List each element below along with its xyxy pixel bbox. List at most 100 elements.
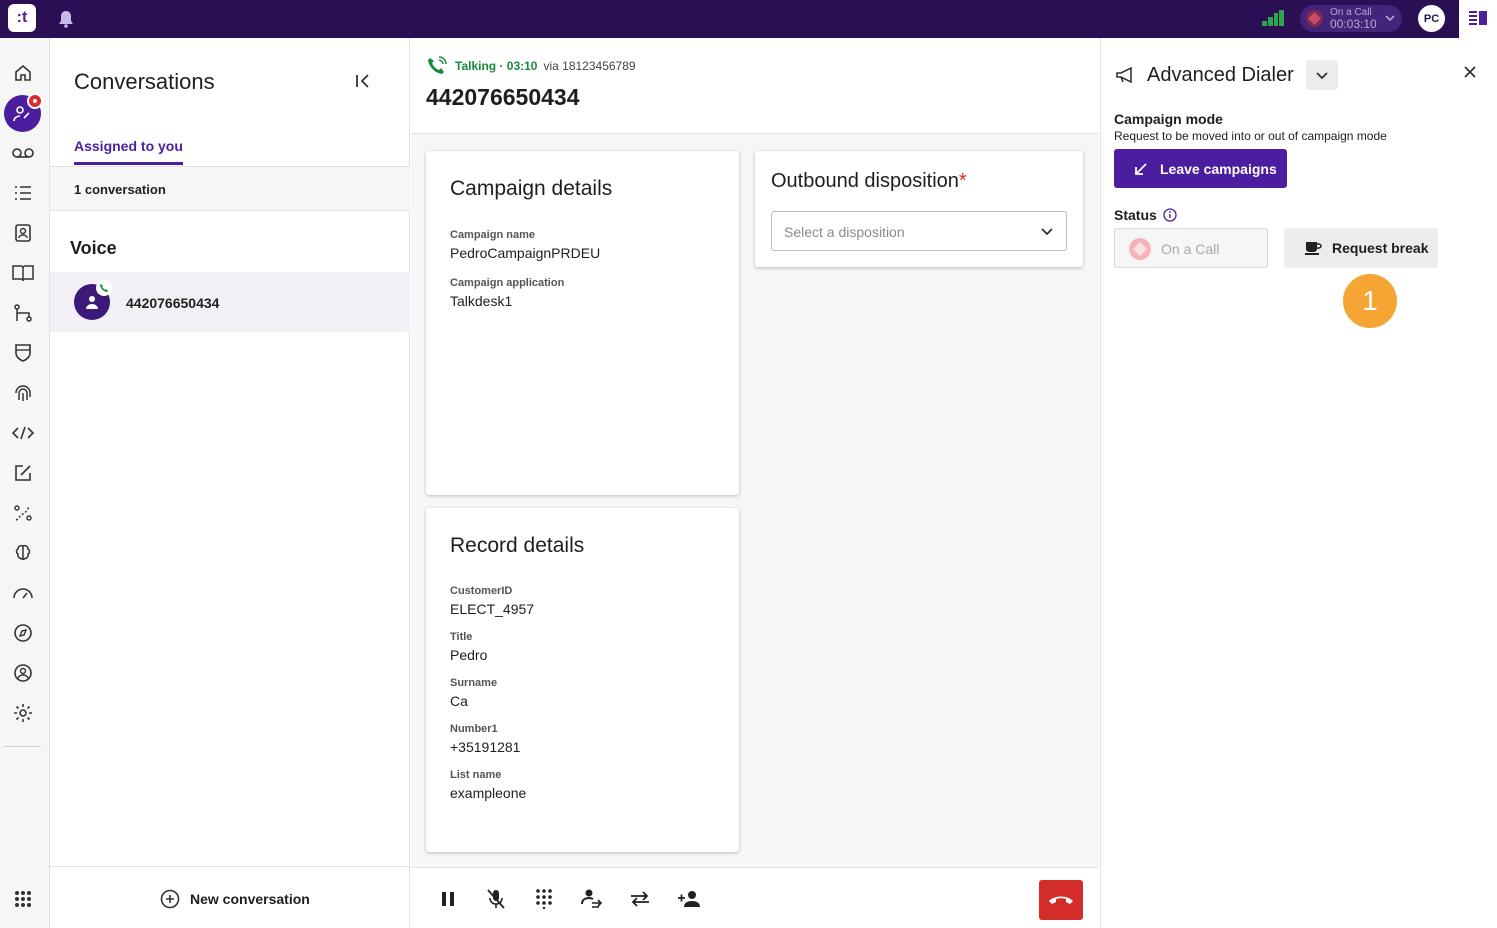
speed-icon[interactable] [11,581,35,605]
transfer-icon[interactable] [627,886,653,912]
outbound-disposition-card: Outbound disposition* Select a dispositi… [755,151,1083,267]
new-conversation-button[interactable]: New conversation [160,889,310,909]
advanced-dialer-panel: Advanced Dialer Campaign mode Request to… [1100,38,1459,928]
keypad-icon[interactable] [531,886,557,912]
apps-grid-icon[interactable] [11,887,35,911]
tab-assigned-to-you[interactable]: Assigned to you [74,138,183,165]
conversation-count: 1 conversation [74,182,166,197]
field-value: Talkdesk1 [450,293,513,309]
leave-campaigns-button[interactable]: Leave campaigns [1114,149,1287,188]
call-controls-toolbar [411,867,1099,928]
agent-status-selector[interactable]: On a Call 00:03:10 [1300,5,1402,32]
voicemail-icon[interactable] [11,141,35,165]
step-marker-badge: 1 [1343,274,1397,328]
analytics-icon[interactable] [11,501,35,525]
phone-active-icon [96,280,112,296]
user-circle-icon[interactable] [11,661,35,685]
disposition-title: Outbound disposition* [771,170,967,193]
compass-icon[interactable] [11,621,35,645]
call-status-row: Talking · 03:10 via 18123456789 [427,56,636,76]
status-title-text: Status [1114,207,1157,223]
field-value: exampleone [450,785,527,801]
status-title: Status [1114,207,1177,223]
field-label: Surname [450,677,498,689]
campaign-mode-title: Campaign mode [1114,111,1223,127]
call-workspace: Talking · 03:10 via 18123456789 44207665… [411,38,1099,928]
rail-divider [4,746,41,747]
settings-icon[interactable] [11,701,35,725]
field-value: +35191281 [450,739,521,755]
consult-icon[interactable] [579,886,605,912]
conversation-list-item[interactable]: 442076650434 [50,272,410,332]
left-nav-rail [0,38,50,928]
field-value: Pedro [450,647,488,663]
request-break-label: Request break [1332,240,1429,256]
hangup-button[interactable] [1039,880,1083,920]
call-number: 442076650434 [426,84,580,110]
edit-icon[interactable] [11,461,35,485]
megaphone-icon [1116,66,1132,84]
call-header: Talking · 03:10 via 18123456789 44207665… [411,38,1099,134]
record-details-card: Record details CustomerID ELECT_4957 Tit… [426,508,739,852]
mute-icon[interactable] [483,886,509,912]
campaign-mode-subtitle: Request to be moved into or out of campa… [1114,129,1387,143]
talkdesk-logo[interactable]: :t [8,4,36,32]
right-strip [1459,0,1497,928]
campaign-details-card: Campaign details Campaign name PedroCamp… [426,151,739,495]
field-value: ELECT_4957 [450,601,535,617]
hangup-icon [1049,896,1073,904]
knowledge-icon[interactable] [11,261,35,285]
request-break-button[interactable]: Request break [1284,228,1438,268]
field-label: Number1 [450,723,498,735]
contacts-icon[interactable] [11,221,35,245]
campaign-details-title: Campaign details [450,177,613,200]
new-conversation-bar: New conversation [50,866,410,928]
code-icon[interactable] [11,421,35,445]
conversations-title: Conversations [74,69,215,94]
contact-avatar [74,280,112,320]
chevron-down-icon [1316,72,1328,80]
info-icon[interactable] [1163,208,1177,222]
conversation-number: 442076650434 [126,295,220,311]
plus-circle-icon [160,889,180,909]
new-conversation-label: New conversation [190,891,310,907]
bell-icon[interactable] [58,10,74,33]
notification-badge [27,93,43,109]
disposition-select[interactable]: Select a disposition [771,211,1067,251]
disposition-placeholder: Select a disposition [784,224,905,240]
coffee-icon [1305,242,1322,255]
field-label: Campaign application [450,277,565,289]
flows-icon[interactable] [11,301,35,325]
on-a-call-status-button: On a Call [1114,228,1268,268]
record-details-title: Record details [450,534,585,557]
list-icon[interactable] [11,181,35,205]
field-value: Ca [450,693,468,709]
field-label: Campaign name [450,229,535,241]
phone-in-call-icon [428,56,447,74]
panel-toggle-icon[interactable] [1469,10,1487,31]
on-call-status-icon [1306,10,1323,27]
voice-section-heading: Voice [70,238,117,258]
conversation-count-bar: 1 conversation [50,166,410,211]
user-avatar[interactable]: PC [1418,5,1445,32]
chevron-down-icon [1384,11,1396,29]
arrow-down-left-icon [1135,162,1147,175]
add-participant-icon[interactable] [675,886,705,912]
dialer-dropdown-button[interactable] [1305,60,1338,90]
close-icon[interactable] [1463,65,1477,84]
conversations-panel: Conversations Assigned to you 1 conversa… [50,38,410,928]
brain-icon[interactable] [11,541,35,565]
required-mark: * [958,170,967,192]
field-label: List name [450,769,502,781]
field-value: PedroCampaignPRDEU [450,245,601,261]
shield-icon[interactable] [11,341,35,365]
status-timer: 00:03:10 [1330,17,1377,31]
collapse-panel-icon[interactable] [354,72,372,95]
dialer-header: Advanced Dialer [1115,60,1338,90]
fingerprint-icon[interactable] [11,381,35,405]
field-label: CustomerID [450,585,513,597]
pause-icon[interactable] [435,886,461,912]
home-icon[interactable] [11,61,35,85]
field-label: Title [450,631,473,643]
top-bar: :t On a Call 00:03:10 PC [0,0,1459,38]
